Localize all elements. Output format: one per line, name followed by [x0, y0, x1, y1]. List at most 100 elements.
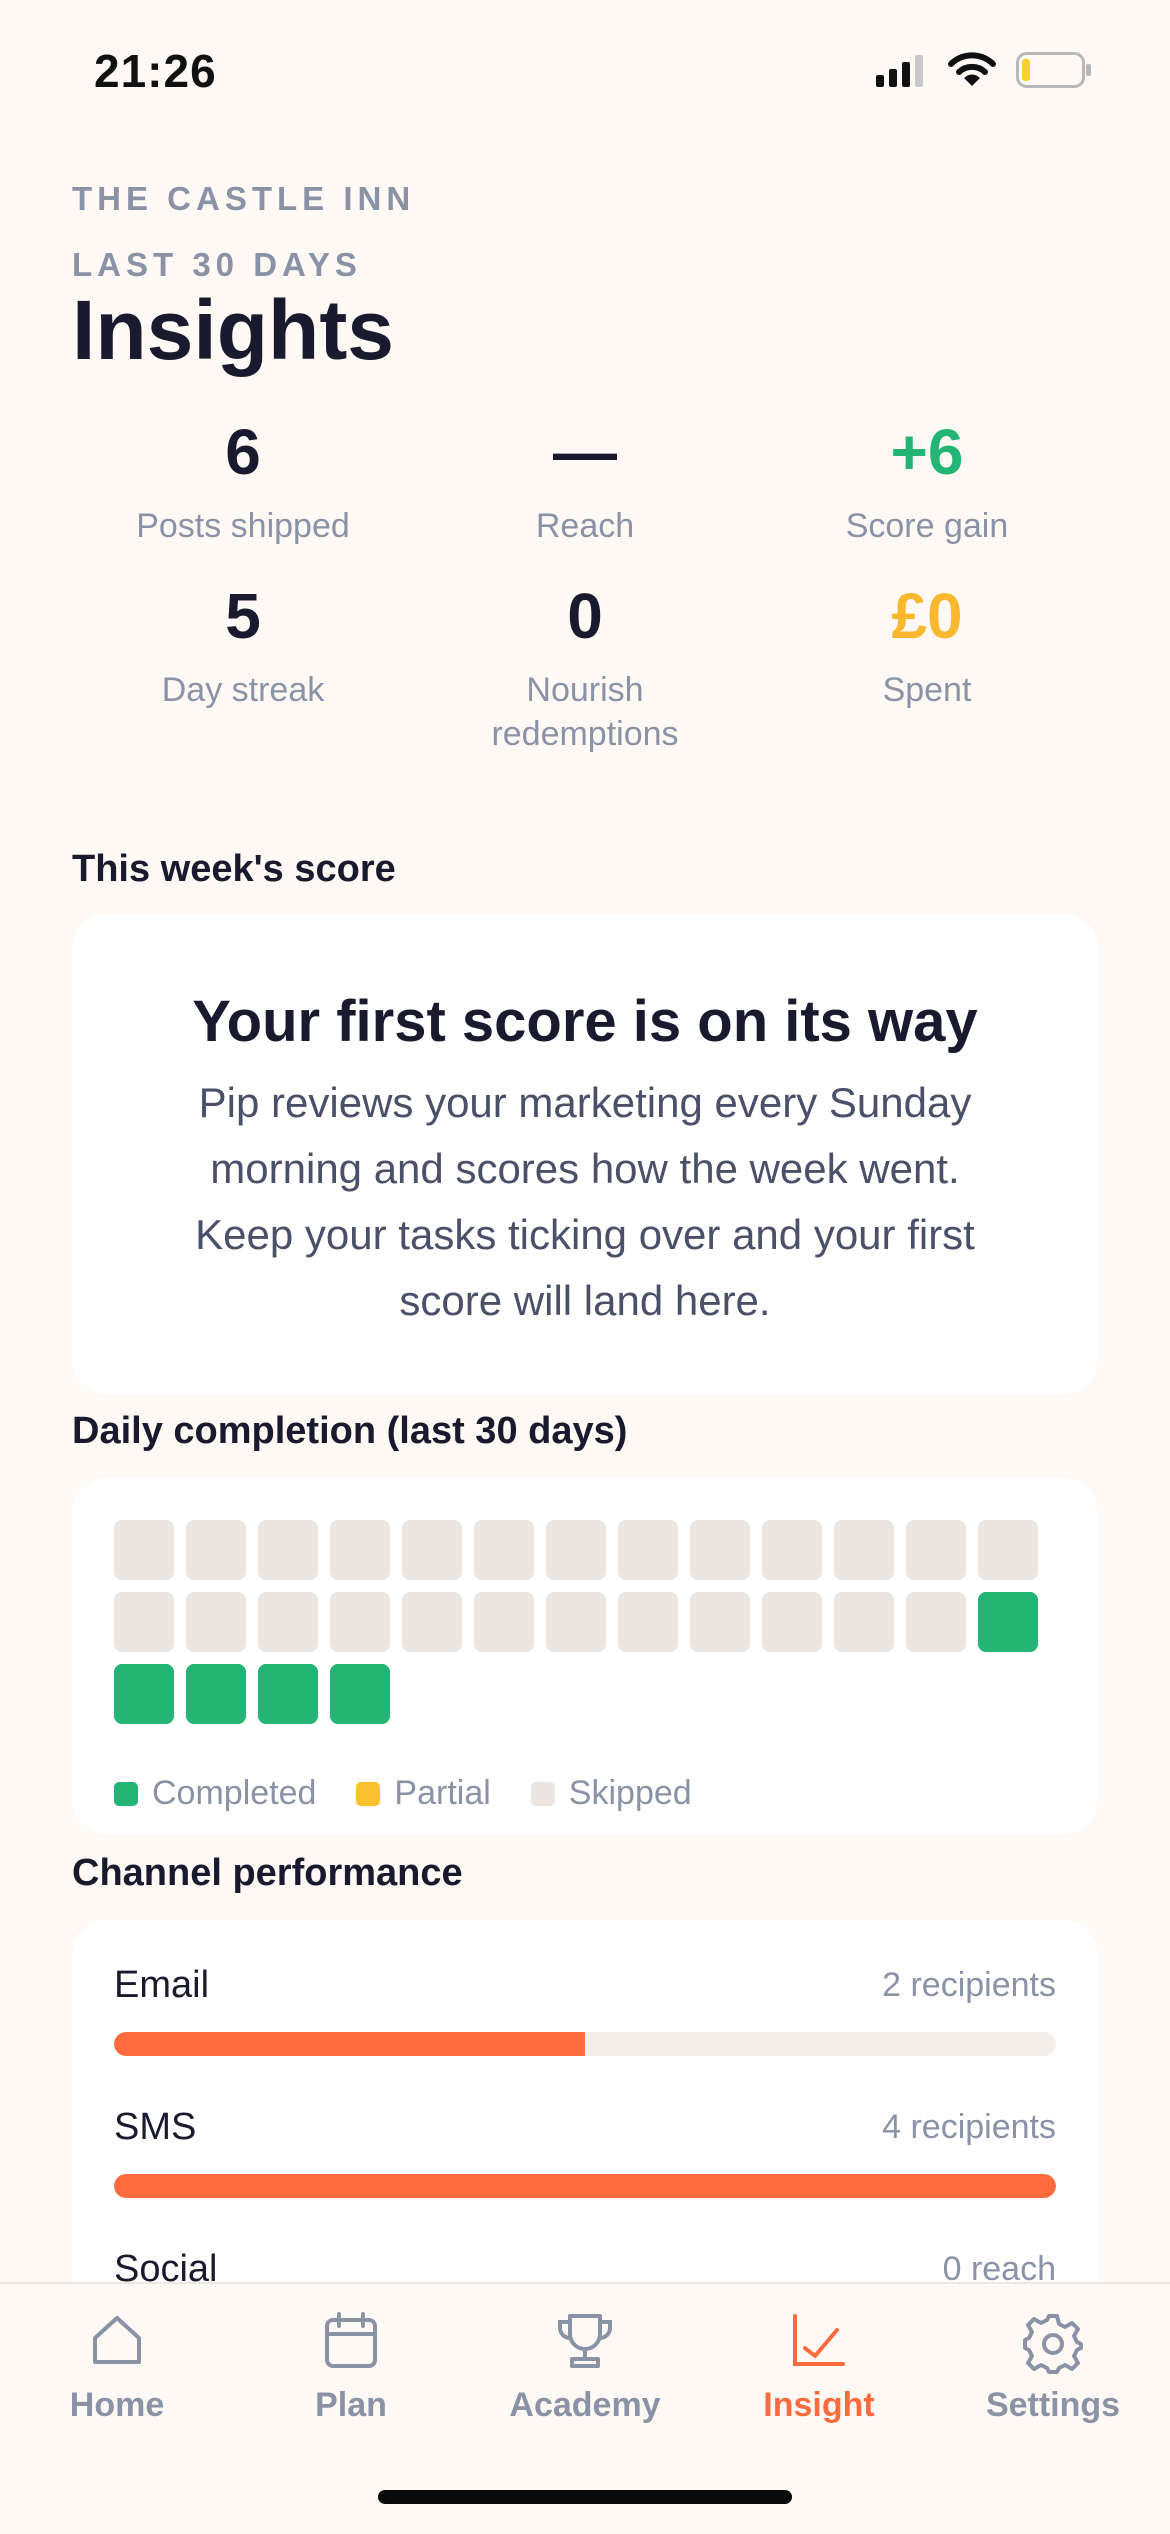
legend-skipped: Skipped — [530, 1774, 692, 1813]
channel-metric: 4 recipients — [882, 2108, 1056, 2146]
channel-progress-fill — [114, 2032, 585, 2056]
day-cell-skipped — [330, 1592, 390, 1652]
day-cell-skipped — [330, 1520, 390, 1580]
channel-name: Email — [114, 1964, 210, 2006]
score-card-title: Your first score is on its way — [192, 989, 978, 1054]
tab-label: Insight — [763, 2386, 875, 2424]
day-cell-skipped — [474, 1520, 534, 1580]
stat-value: +6 — [890, 416, 964, 488]
day-cell-skipped — [186, 1520, 246, 1580]
day-cell-skipped — [690, 1520, 750, 1580]
legend-swatch — [356, 1781, 381, 1806]
tab-plan[interactable]: Plan — [234, 2284, 468, 2464]
day-cell-skipped — [402, 1520, 462, 1580]
calendar-icon — [325, 2312, 377, 2368]
tab-academy[interactable]: Academy — [468, 2284, 702, 2464]
home-icon — [93, 2316, 141, 2364]
battery-icon — [1016, 52, 1091, 88]
stat-value: 0 — [567, 580, 603, 652]
day-cell-skipped — [834, 1520, 894, 1580]
stat-label: Reach — [535, 507, 635, 545]
legend-partial: Partial — [356, 1774, 491, 1813]
stat-value: 6 — [225, 416, 261, 488]
trophy-icon — [558, 2314, 612, 2368]
score-card: Your first score is on its way Pip revie… — [72, 914, 1098, 1394]
channel-progress-fill — [114, 2174, 1056, 2198]
stat-nourish-redemptions: 0 Nourish redemptions — [414, 584, 756, 756]
stat-posts-shipped: 6 Posts shipped — [72, 420, 414, 548]
day-cell-skipped — [546, 1520, 606, 1580]
day-cell-completed — [186, 1664, 246, 1724]
tab-label: Academy — [509, 2386, 661, 2424]
channel-row-sms: SMS 4 recipients — [114, 2106, 1056, 2226]
legend-label: Completed — [152, 1774, 317, 1812]
day-cell-skipped — [978, 1520, 1038, 1580]
day-cell-skipped — [834, 1592, 894, 1652]
day-cell-skipped — [186, 1592, 246, 1652]
day-cell-skipped — [114, 1592, 174, 1652]
period-label: LAST 30 DAYS — [72, 246, 362, 283]
day-cell-skipped — [474, 1592, 534, 1652]
channel-name: SMS — [114, 2106, 197, 2148]
day-cell-completed — [258, 1664, 318, 1724]
day-cell-skipped — [618, 1592, 678, 1652]
channel-card: Email 2 recipients SMS 4 recipients Soci… — [72, 1920, 1098, 2340]
channel-metric: 2 recipients — [882, 1966, 1056, 2004]
day-cell-skipped — [402, 1592, 462, 1652]
status-bar: 21:26 — [0, 0, 1170, 150]
completion-section-heading: Daily completion (last 30 days) — [72, 1410, 628, 1452]
stat-score-gain: +6 Score gain — [756, 420, 1098, 548]
completion-legend: Completed Partial Skipped — [114, 1774, 732, 1813]
stat-label: Posts shipped — [136, 507, 350, 545]
day-cell-skipped — [114, 1520, 174, 1580]
stat-label: Score gain — [845, 507, 1009, 545]
tab-insight[interactable]: Insight — [702, 2284, 936, 2464]
chart-icon — [793, 2314, 845, 2366]
channel-row-email: Email 2 recipients — [114, 1964, 1056, 2084]
score-card-text: Pip reviews your marketing every Sunday … — [195, 1079, 975, 1324]
channel-section-heading: Channel performance — [72, 1852, 463, 1894]
status-time: 21:26 — [94, 45, 217, 97]
day-cell-completed — [330, 1664, 390, 1724]
stat-value: £0 — [891, 580, 963, 652]
score-section-heading: This week's score — [72, 848, 396, 890]
stat-value: — — [553, 416, 617, 488]
day-cell-skipped — [762, 1520, 822, 1580]
stat-value: 5 — [225, 580, 261, 652]
gear-icon — [1023, 2314, 1083, 2374]
day-cell-skipped — [690, 1592, 750, 1652]
day-cell-skipped — [546, 1592, 606, 1652]
legend-label: Skipped — [568, 1774, 692, 1812]
day-cell-skipped — [618, 1520, 678, 1580]
day-cell-completed — [114, 1664, 174, 1724]
tab-label: Home — [69, 2386, 165, 2424]
tab-home[interactable]: Home — [0, 2284, 234, 2464]
stat-label: Spent — [882, 671, 972, 709]
stat-reach: — Reach — [414, 420, 756, 548]
page-title: Insights — [72, 283, 395, 377]
day-cell-skipped — [258, 1592, 318, 1652]
completion-card: Completed Partial Skipped — [72, 1478, 1098, 1834]
tab-label: Settings — [985, 2386, 1121, 2424]
stat-day-streak: 5 Day streak — [72, 584, 414, 712]
day-cell-skipped — [762, 1592, 822, 1652]
stat-spent: £0 Spent — [756, 584, 1098, 712]
legend-label: Partial — [394, 1774, 491, 1812]
tab-settings[interactable]: Settings — [936, 2284, 1170, 2464]
home-indicator — [378, 2490, 792, 2504]
day-cell-completed — [978, 1592, 1038, 1652]
day-cell-skipped — [258, 1520, 318, 1580]
day-cell-skipped — [906, 1520, 966, 1580]
day-cell-skipped — [906, 1592, 966, 1652]
stat-label: Day streak — [161, 671, 325, 709]
legend-swatch — [530, 1781, 555, 1806]
legend-swatch — [114, 1781, 138, 1806]
channel-progress-track — [114, 2032, 1056, 2056]
legend-completed: Completed — [114, 1774, 316, 1813]
wifi-icon — [948, 52, 996, 86]
tab-label: Plan — [315, 2386, 387, 2424]
venue-name: THE CASTLE INN — [72, 180, 416, 217]
channel-progress-track — [114, 2174, 1056, 2198]
cellular-signal-icon — [876, 55, 923, 87]
stat-label: Nourish redemptions — [491, 671, 679, 753]
